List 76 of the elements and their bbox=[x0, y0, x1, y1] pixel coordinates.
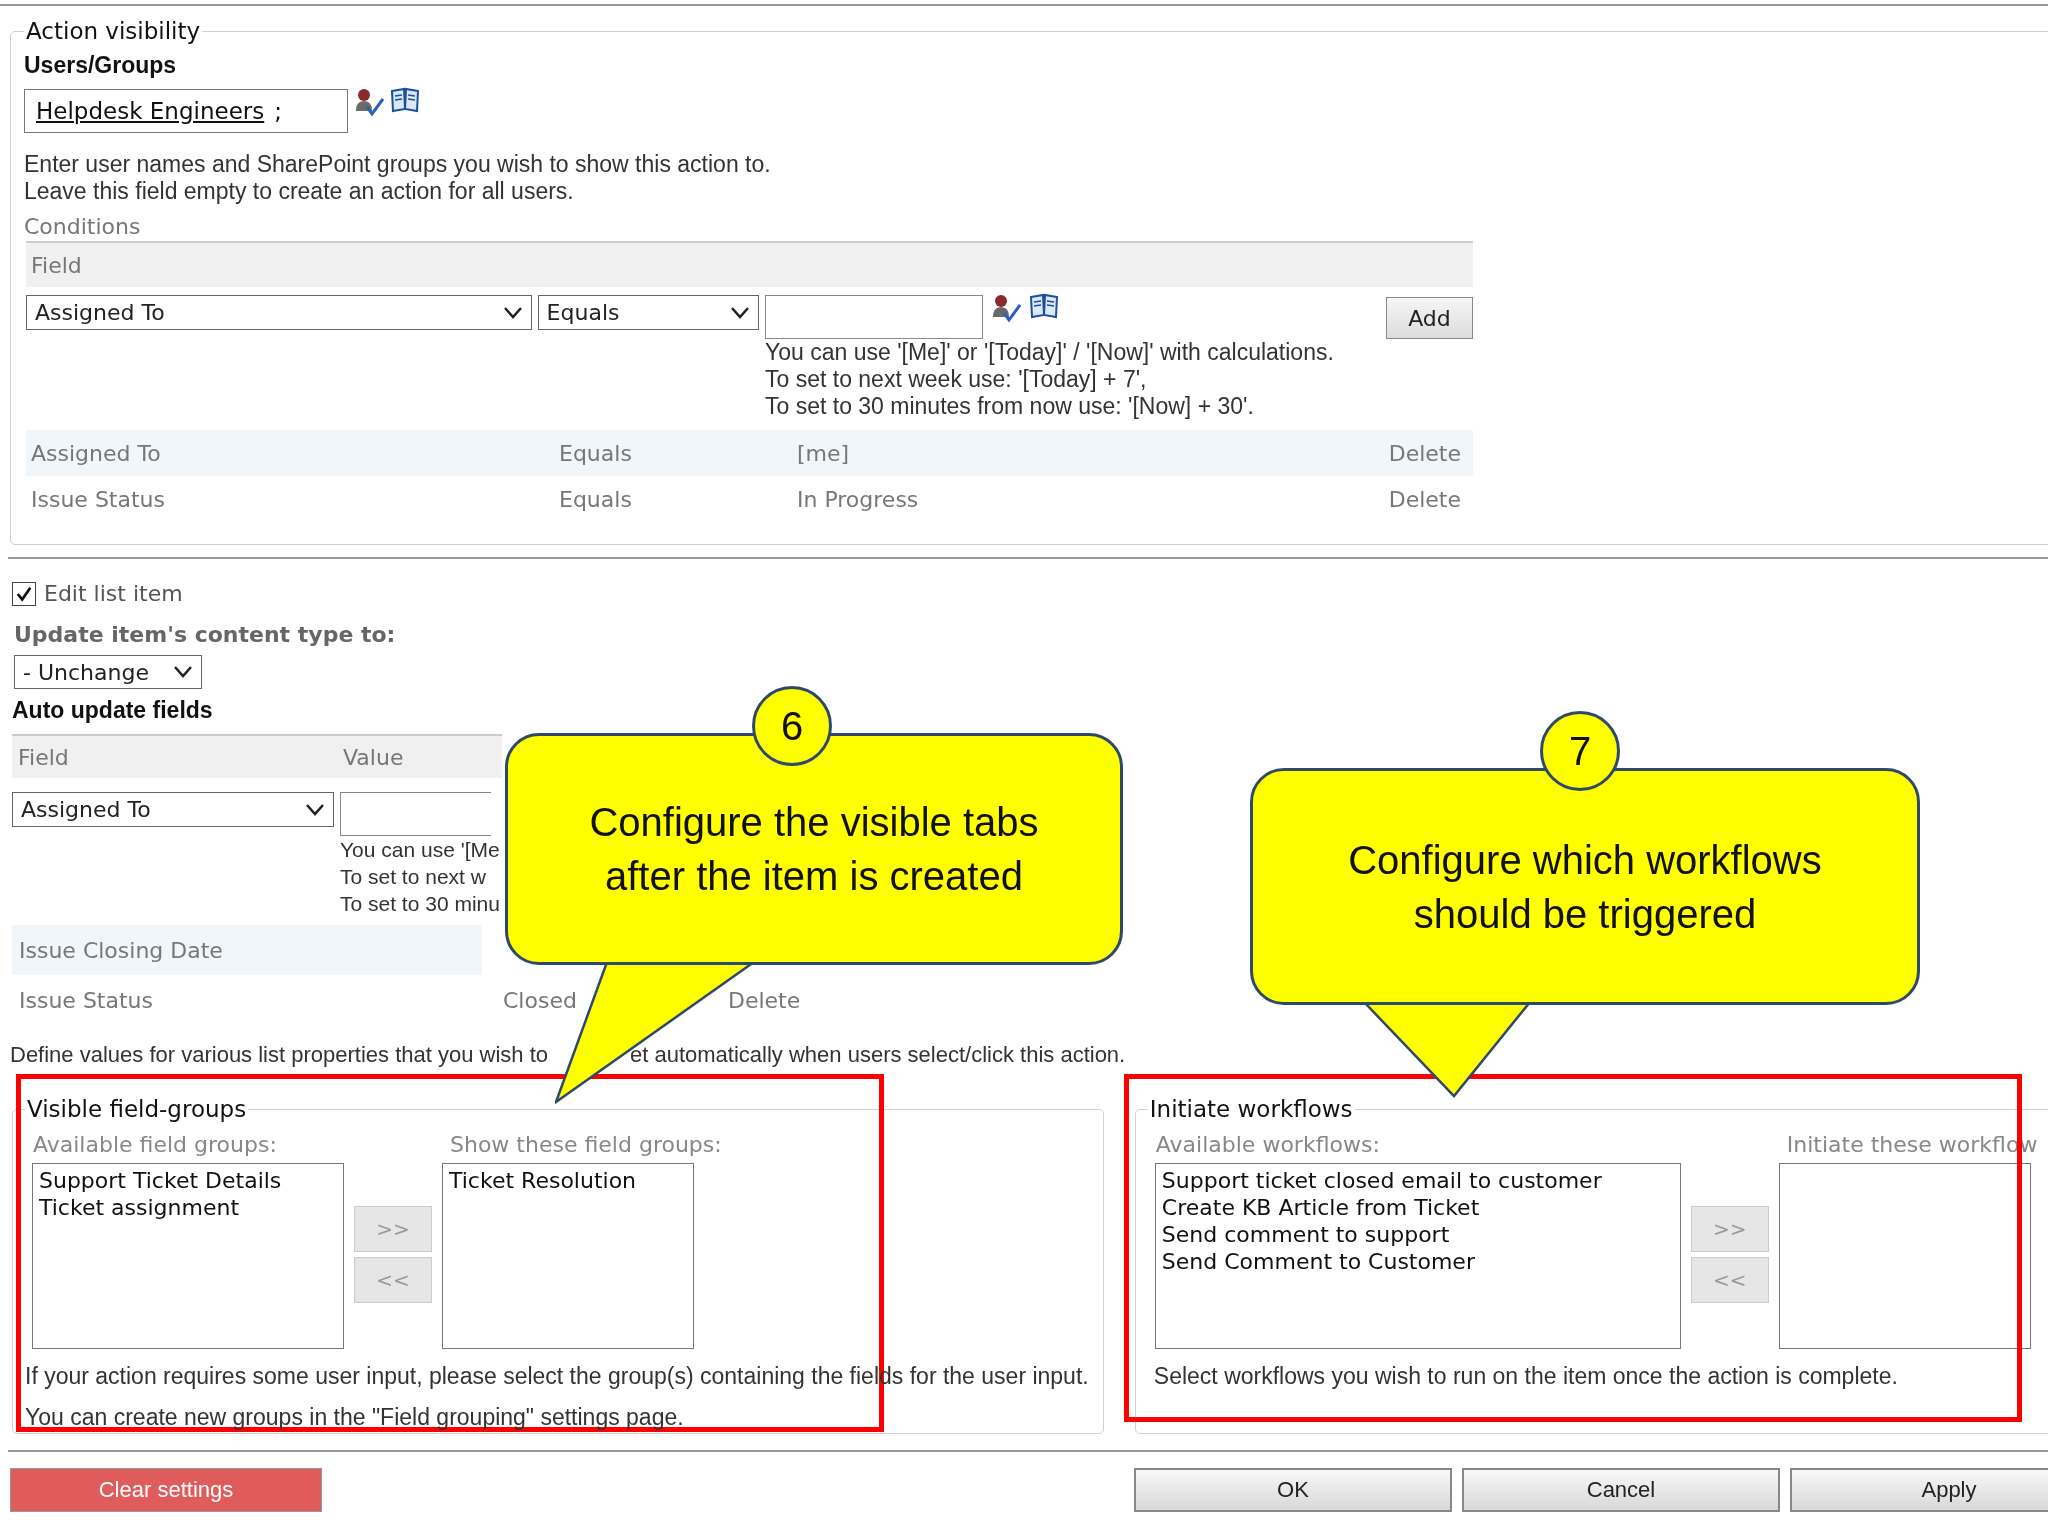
user-name-link[interactable]: Helpdesk Engineers bbox=[36, 98, 265, 124]
chevron-down-icon bbox=[502, 305, 523, 320]
delete-link[interactable]: Delete bbox=[1388, 440, 1473, 466]
dropdown[interactable]: Assigned To bbox=[26, 295, 532, 330]
list-option[interactable]: Ticket Resolution bbox=[449, 1167, 687, 1194]
table-cell-text: Issue Status bbox=[18, 987, 154, 1013]
column-header: Field bbox=[30, 252, 82, 278]
callout-text: Configure which workflows should be triggered bbox=[1348, 836, 1822, 938]
list-box[interactable]: Support ticket closed email to customer Create KB Article from Ticket Send comment to support Send Comment to Customer bbox=[1154, 1163, 1681, 1349]
table-cell-text: Equals bbox=[559, 486, 633, 512]
help-text: Select workflows you wish to run on the item once the action is complete. bbox=[1153, 1363, 1899, 1390]
delete-link[interactable]: Delete bbox=[1388, 486, 1473, 512]
ok-button[interactable]: OK bbox=[1134, 1468, 1452, 1512]
add-button[interactable]: Add bbox=[1385, 297, 1473, 339]
apply-button[interactable]: Apply bbox=[1790, 1468, 2048, 1512]
cancel-button[interactable]: Cancel bbox=[1462, 1468, 1780, 1512]
group-title: Action visibility bbox=[25, 18, 202, 44]
help-text: You can create new groups in the "Field grouping" settings page. bbox=[25, 1404, 685, 1431]
help-text: Leave this field empty to create an action for all users. bbox=[24, 178, 575, 205]
help-text: Define values for various list properties that you wish to bbox=[10, 1041, 550, 1068]
list-option[interactable]: Support Ticket Details bbox=[39, 1167, 337, 1194]
input-field[interactable] bbox=[340, 792, 491, 836]
hint-text: You can use '[Me bbox=[340, 837, 500, 863]
hint-text: To set to next w bbox=[340, 864, 486, 890]
table-cell-text: [me] bbox=[797, 440, 851, 466]
column-header: Field bbox=[17, 744, 70, 770]
dropdown[interactable]: Equals bbox=[537, 295, 759, 330]
help-text: et automatically when users select/click this action. bbox=[630, 1041, 1126, 1068]
table-cell-text: Issue Closing Date bbox=[18, 937, 224, 963]
hint-text: To set to next week use: '[Today] + 7', bbox=[765, 366, 1147, 393]
list-option[interactable]: Ticket assignment bbox=[39, 1194, 337, 1221]
list-option[interactable]: Send Comment to Customer bbox=[1161, 1248, 1674, 1275]
list-option[interactable]: Send comment to support bbox=[1161, 1221, 1674, 1248]
book-icon[interactable] bbox=[1029, 293, 1059, 319]
clear-settings-button[interactable]: Clear settings bbox=[10, 1468, 322, 1512]
dropdown[interactable]: - Unchange bbox=[14, 655, 202, 689]
section-title: Conditions bbox=[24, 213, 142, 241]
hint-text: To set to 30 minutes from now use: '[Now] + 30'. bbox=[765, 393, 1254, 420]
delete-link[interactable]: Delete bbox=[728, 987, 801, 1013]
section-title: Auto update fields bbox=[12, 697, 213, 724]
list-label: Available workflows: bbox=[1155, 1132, 1381, 1157]
table-cell-text: Assigned To bbox=[30, 440, 162, 466]
number-badge: 7 bbox=[1540, 711, 1620, 791]
book-icon[interactable] bbox=[390, 87, 420, 113]
number-badge: 6 bbox=[752, 686, 832, 766]
input-field[interactable]: Helpdesk Engineers ; bbox=[24, 89, 348, 133]
dropdown[interactable]: Assigned To bbox=[12, 792, 334, 827]
check-names-icon[interactable] bbox=[991, 293, 1021, 323]
separator-text: ; bbox=[274, 98, 282, 124]
chevron-down-icon bbox=[730, 305, 750, 320]
hint-text: You can use '[Me]' or '[Today]' / '[Now]' with calculations. bbox=[765, 339, 1334, 366]
field-label: Update item's content type to: bbox=[14, 622, 396, 647]
checkbox-label: Edit list item bbox=[44, 581, 183, 606]
chevron-down-icon bbox=[173, 665, 193, 679]
list-box[interactable]: Support Ticket Details Ticket assignment bbox=[32, 1163, 344, 1349]
table-cell-text: Issue Status bbox=[30, 486, 166, 512]
checkbox[interactable] bbox=[12, 581, 36, 606]
group-title: Initiate workflows bbox=[1148, 1096, 1354, 1122]
group-title: Visible field-groups bbox=[26, 1096, 248, 1122]
field-label: Users/Groups bbox=[24, 52, 178, 79]
column-header: Value bbox=[342, 744, 404, 770]
table-cell-text: In Progress bbox=[797, 486, 920, 512]
check-names-icon[interactable] bbox=[354, 87, 384, 117]
chevron-down-icon bbox=[305, 802, 325, 817]
list-label: Available field groups: bbox=[33, 1132, 278, 1157]
table-cell-text: Equals bbox=[559, 440, 633, 466]
table-cell-text: Closed bbox=[503, 987, 578, 1013]
list-option[interactable]: Support ticket closed email to customer bbox=[1161, 1167, 1674, 1194]
list-box[interactable] bbox=[1778, 1163, 2031, 1349]
help-text: Enter user names and SharePoint groups you wish to show this action to. bbox=[24, 151, 772, 178]
input-field[interactable] bbox=[765, 295, 983, 339]
callout-text: Configure the visible tabs after the item is created bbox=[589, 799, 1039, 900]
list-label: Show these field groups: bbox=[450, 1132, 722, 1157]
hint-text: To set to 30 minu bbox=[340, 891, 500, 917]
list-option[interactable]: Create KB Article from Ticket bbox=[1161, 1194, 1674, 1221]
list-box[interactable]: Ticket Resolution bbox=[442, 1163, 694, 1349]
